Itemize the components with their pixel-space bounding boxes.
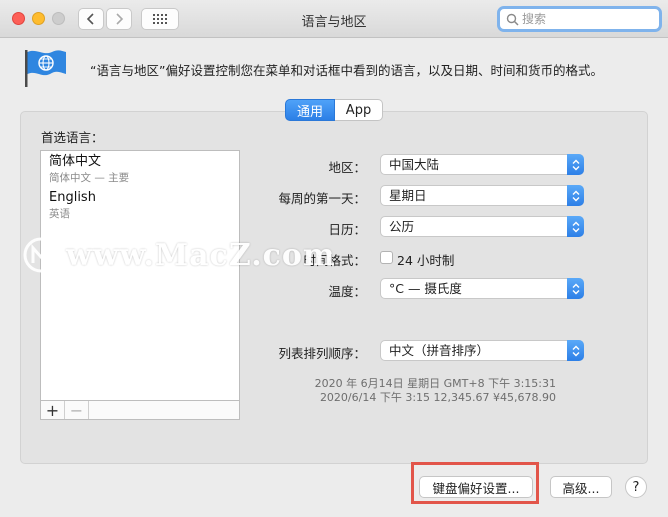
region-popup[interactable]: 中国大陆 (380, 154, 584, 175)
temperature-popup[interactable]: °C — 摄氏度 (380, 278, 584, 299)
first-day-label: 每周的第一天： (278, 191, 366, 206)
search-field[interactable] (497, 6, 662, 32)
format-sample-line-2: 2020/6/14 下午 3:15 12,345.67 ¥45,678.90 (319, 391, 556, 404)
language-region-flag-icon (25, 50, 66, 87)
header-description: “语言与地区”偏好设置控制您在菜单和对话框中看到的语言，以及日期、时间和货币的格… (90, 63, 603, 78)
add-language-button[interactable]: + (41, 401, 65, 420)
tab-app[interactable]: App (335, 99, 383, 121)
sort-order-value: 中文（拼音排序） (389, 343, 490, 358)
remove-language-button[interactable]: − (65, 401, 89, 420)
time-format-checkbox[interactable] (380, 251, 393, 264)
first-day-popup[interactable]: 星期日 (380, 185, 584, 206)
stepper-chevrons-icon (567, 340, 584, 361)
search-icon (506, 13, 519, 26)
calendar-value: 公历 (389, 219, 415, 234)
temperature-label: 温度： (328, 284, 366, 299)
sort-order-popup[interactable]: 中文（拼音排序） (380, 340, 584, 361)
stepper-chevrons-icon (567, 278, 584, 299)
temperature-value: °C — 摄氏度 (389, 281, 462, 296)
calendar-popup[interactable]: 公历 (380, 216, 584, 237)
tab-bar: 通用 App (285, 99, 383, 121)
stepper-chevrons-icon (567, 216, 584, 237)
preferred-languages-title: 首选语言： (41, 130, 104, 145)
calendar-label: 日历： (328, 222, 366, 237)
time-format-checkbox-label[interactable]: 24 小时制 (397, 250, 454, 269)
list-toolbar: + − (40, 400, 240, 420)
region-label: 地区： (328, 160, 366, 175)
tab-general[interactable]: 通用 (285, 99, 335, 121)
time-format-label: 时间格式： (303, 253, 366, 268)
help-button[interactable]: ? (625, 476, 647, 498)
first-day-value: 星期日 (389, 188, 427, 203)
stepper-chevrons-icon (567, 185, 584, 206)
title-bar: 语言与地区 (0, 0, 668, 38)
stepper-chevrons-icon (567, 154, 584, 175)
sort-order-label: 列表排列顺序： (278, 346, 366, 361)
advanced-button[interactable]: 高级... (550, 476, 612, 498)
search-input[interactable] (522, 11, 652, 27)
region-value: 中国大陆 (389, 157, 440, 172)
highlight-box (411, 462, 539, 504)
